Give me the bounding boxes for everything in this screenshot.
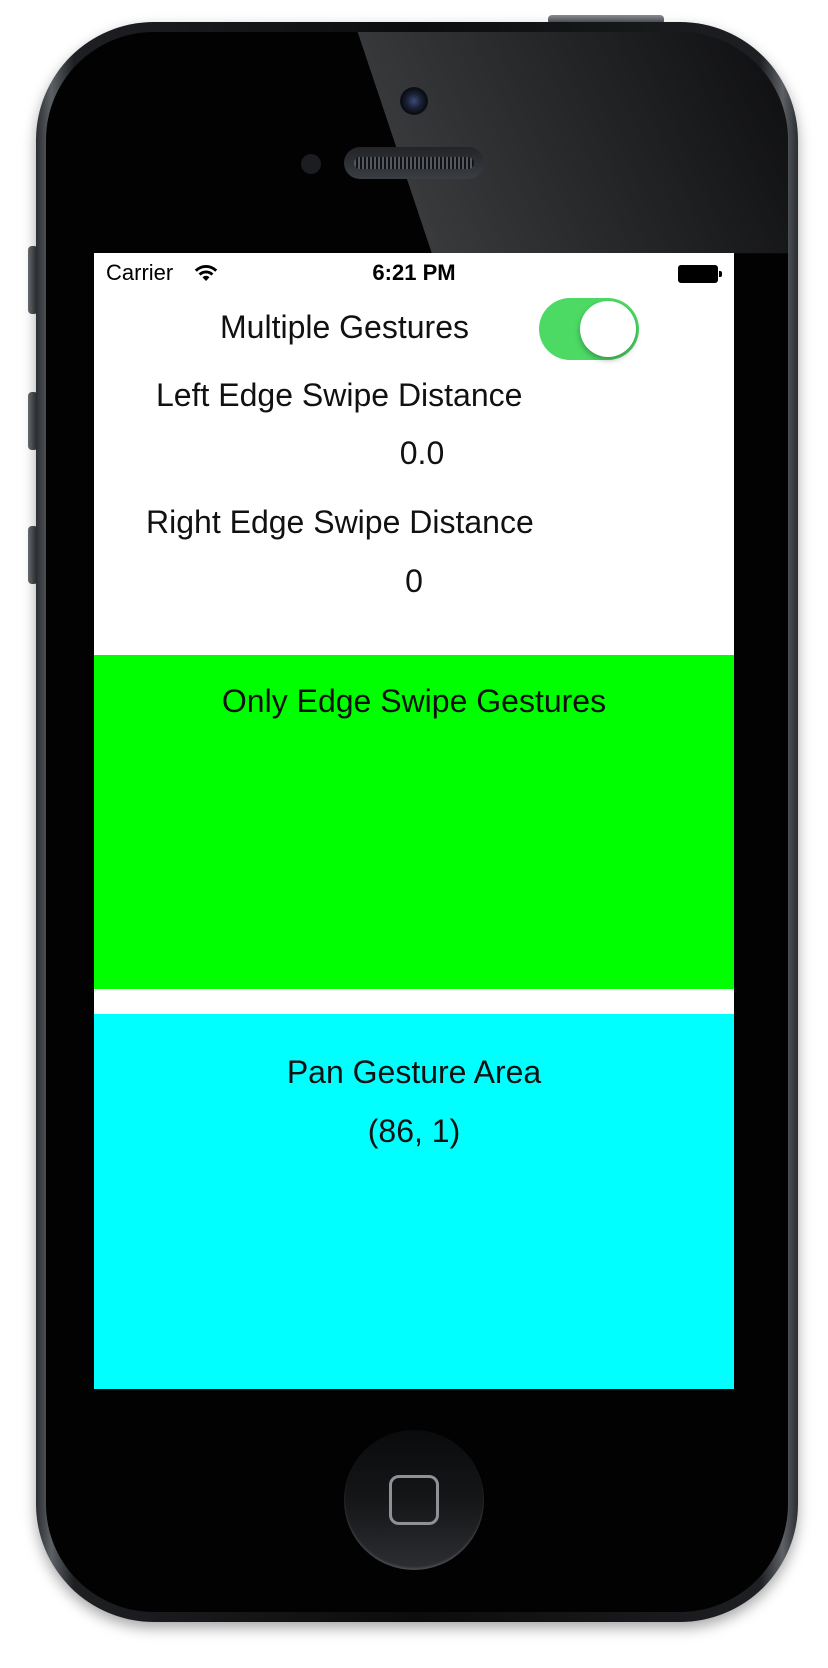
pan-gesture-area[interactable]: Pan Gesture Area (86, 1) <box>94 1014 734 1389</box>
edge-swipe-gesture-area[interactable]: Only Edge Swipe Gestures <box>94 655 734 989</box>
multiple-gestures-toggle[interactable] <box>539 298 639 360</box>
pan-area-title: Pan Gesture Area <box>286 1054 542 1090</box>
battery-icon <box>678 265 722 283</box>
home-square-icon <box>389 1475 439 1525</box>
right-edge-swipe-label: Right Edge Swipe Distance <box>146 504 534 540</box>
front-camera-icon <box>400 87 428 115</box>
status-time: 6:21 PM <box>372 260 456 285</box>
right-edge-swipe-value: 0 <box>405 563 423 599</box>
earpiece-speaker <box>344 147 484 179</box>
home-button[interactable] <box>344 1430 484 1570</box>
proximity-sensor <box>301 154 321 174</box>
app-screen: Carrier 6:21 PM Multiple Gestures Left E… <box>94 253 734 1389</box>
device-frame-canvas: Carrier 6:21 PM Multiple Gestures Left E… <box>0 0 828 1668</box>
multiple-gestures-label: Multiple Gestures <box>220 309 469 345</box>
pan-coordinates-readout: (86, 1) <box>367 1113 461 1149</box>
left-edge-swipe-value: 0.0 <box>399 435 445 471</box>
edge-swipe-area-title: Only Edge Swipe Gestures <box>221 683 607 719</box>
toggle-knob <box>580 301 636 357</box>
left-edge-swipe-label: Left Edge Swipe Distance <box>156 377 523 413</box>
status-bar: Carrier 6:21 PM <box>94 253 734 293</box>
